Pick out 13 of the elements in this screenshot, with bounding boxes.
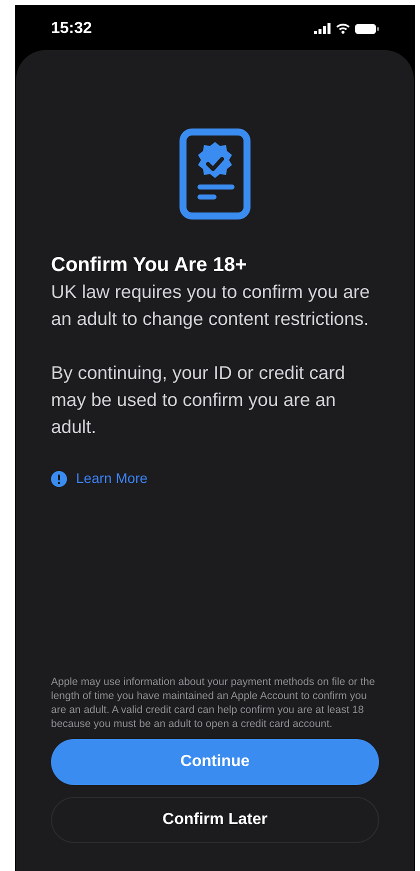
status-time: 15:32 (51, 18, 92, 38)
wifi-icon (336, 23, 350, 34)
battery-icon (355, 22, 379, 34)
body-text: UK law requires you to confirm you are an adult to change content restrictions. (51, 280, 371, 331)
signal-icon (314, 23, 331, 34)
disclaimer-text: Apple may use information about your payment methods on file or the length of time you have maintained an Apple Account to confirm you are an adult. A valid credit card can help confirm you are at least 18 because you must be an adult to open a credit card account. (51, 675, 376, 731)
title: Confirm You Are 18+ (51, 253, 248, 278)
certificate-icon (179, 128, 251, 220)
info-icon (51, 470, 67, 486)
learn-more-link[interactable]: Learn More (51, 468, 148, 489)
continue-button[interactable]: Continue (51, 739, 379, 785)
body-text: By continuing, your ID or credit card may be used to confirm you are an adult. (51, 361, 346, 439)
confirm-later-button[interactable]: Confirm Later (51, 797, 379, 843)
